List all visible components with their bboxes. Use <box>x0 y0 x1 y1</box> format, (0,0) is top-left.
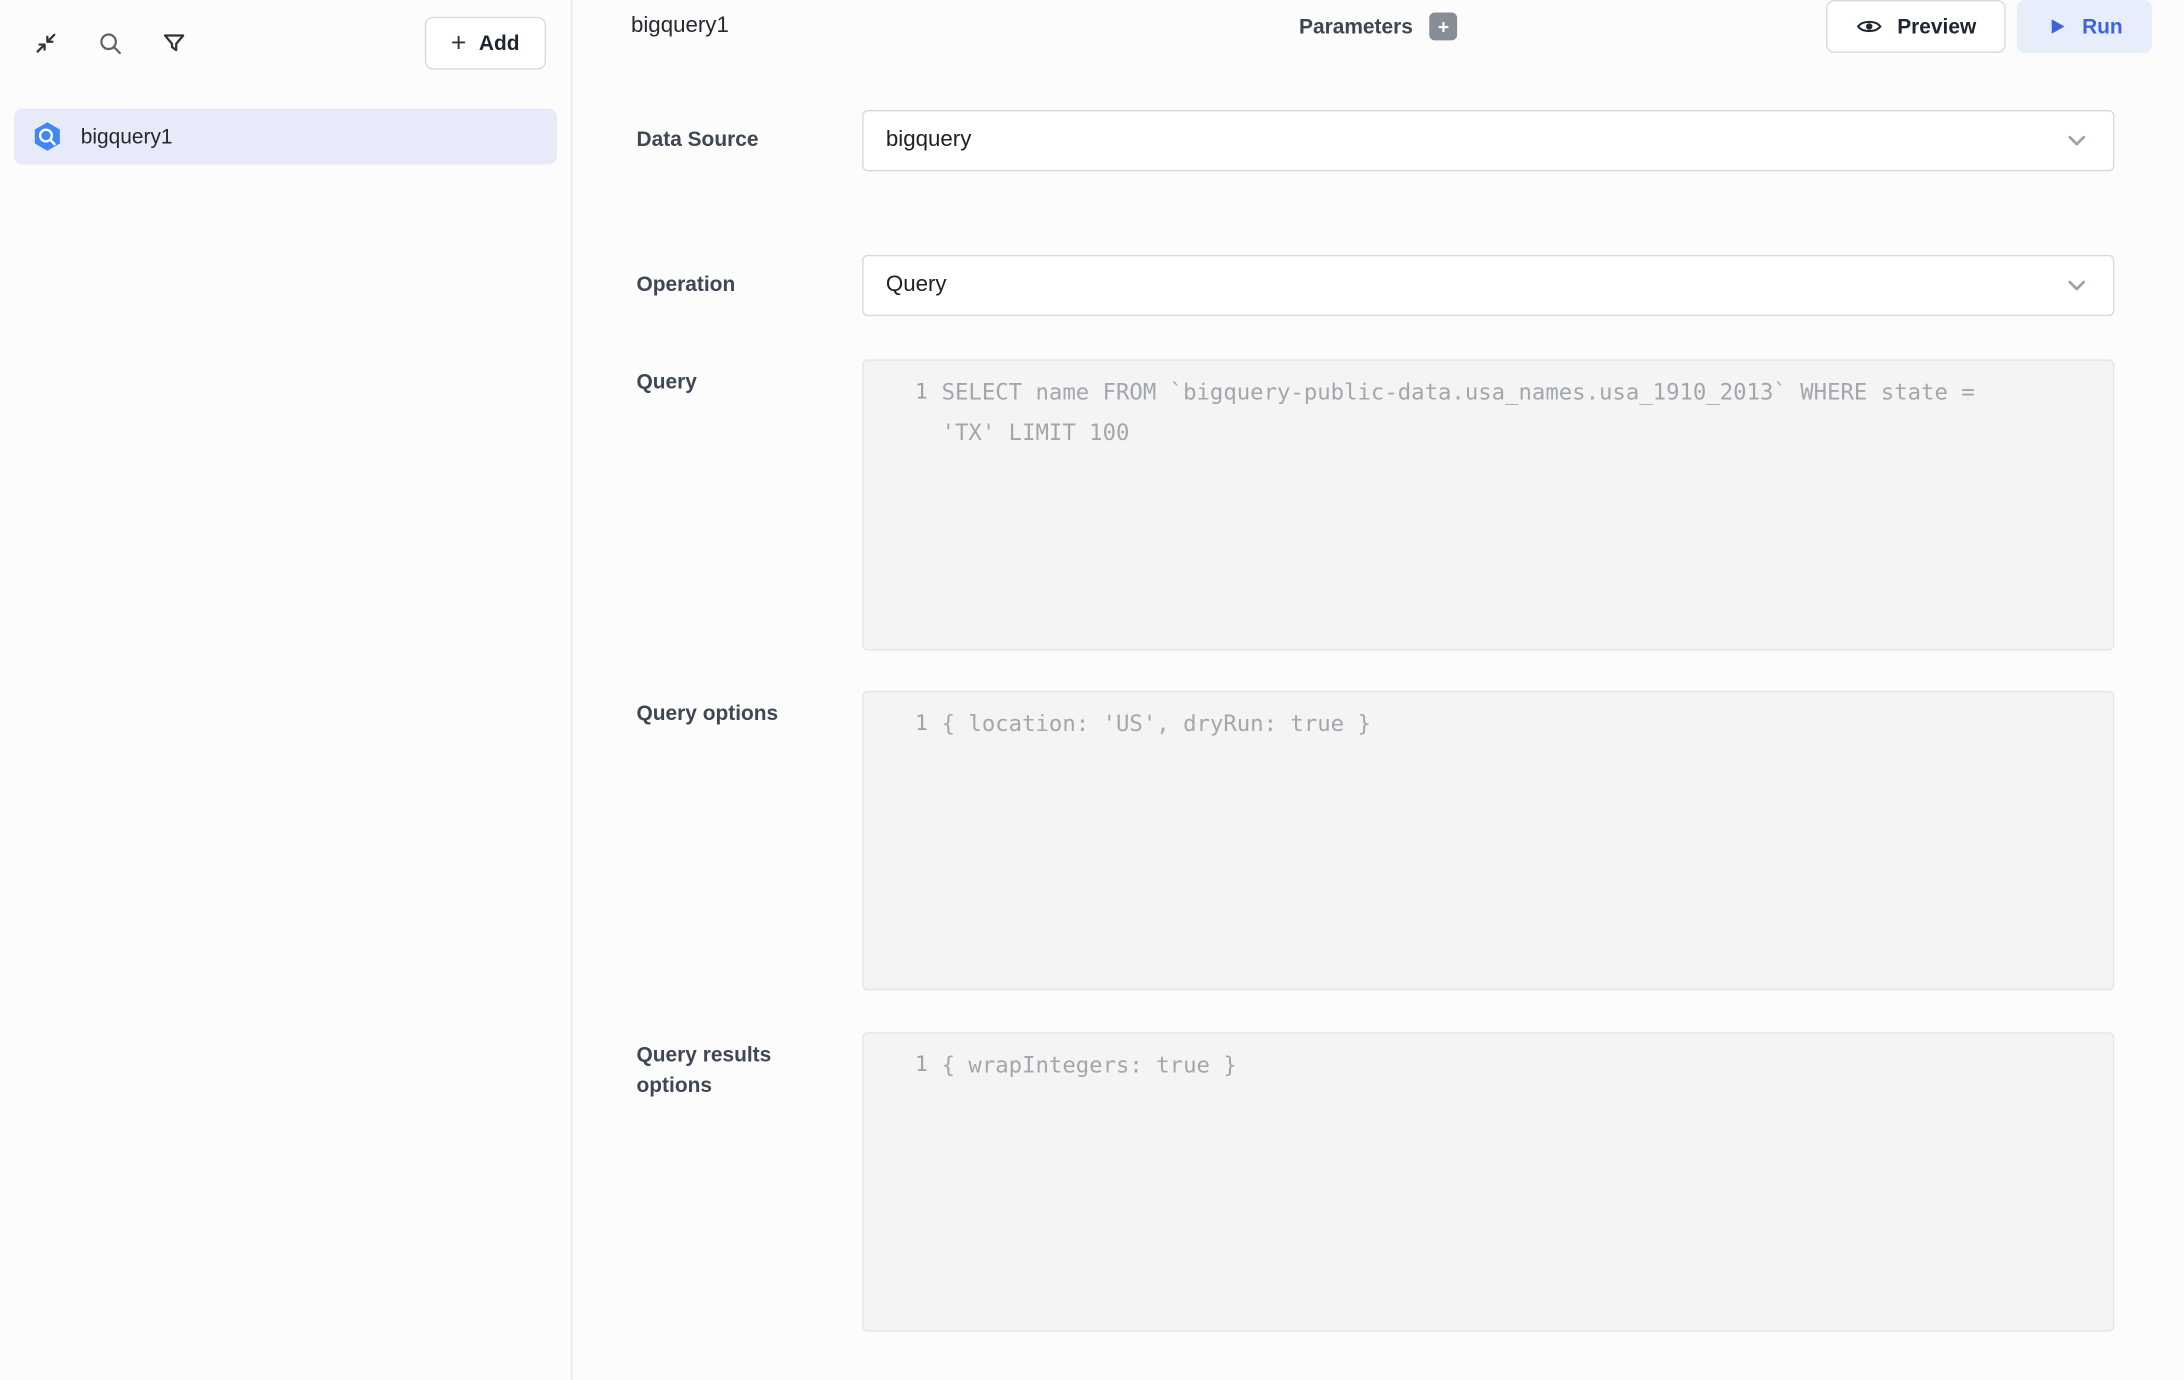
query-item-label: bigquery1 <box>81 125 173 149</box>
line-number: 1 <box>864 372 928 412</box>
query-editor-header: bigquery1 Parameters + Preview <box>572 0 2184 53</box>
line-number: 1 <box>864 1045 928 1085</box>
play-icon <box>2046 15 2068 37</box>
query-row: Query 1 SELECT name FROM `bigquery-publi… <box>637 359 2115 650</box>
query-code-editor[interactable]: 1 SELECT name FROM `bigquery-public-data… <box>862 359 2114 650</box>
parameters-section: Parameters + <box>1299 13 1457 41</box>
line-number: 1 <box>864 703 928 743</box>
plus-icon: + <box>1438 17 1449 36</box>
query-options-label: Query options <box>637 691 863 730</box>
query-options-row: Query options 1 { location: 'US', dryRun… <box>637 691 2115 990</box>
data-source-label: Data Source <box>637 125 863 156</box>
query-editor-panel: bigquery1 Parameters + Preview <box>572 0 2184 1380</box>
chevron-down-icon <box>2063 272 2091 300</box>
add-button-label: Add <box>479 31 520 55</box>
query-results-options-editor[interactable]: 1 { wrapIntegers: true } <box>862 1032 2114 1331</box>
add-query-button[interactable]: + Add <box>424 17 546 70</box>
query-list-item-bigquery1[interactable]: bigquery1 <box>14 109 557 165</box>
operation-row: Operation Query <box>637 255 2115 316</box>
chevron-down-icon <box>2063 127 2091 155</box>
query-list: bigquery1 <box>0 86 571 164</box>
filter-icon <box>160 29 188 57</box>
query-results-options-label: Query results options <box>637 1032 863 1102</box>
operation-select[interactable]: Query <box>862 255 2114 316</box>
search-button[interactable] <box>89 22 131 64</box>
query-options-editor[interactable]: 1 { location: 'US', dryRun: true } <box>862 691 2114 990</box>
arrows-diagonal-minimize-icon <box>32 29 60 57</box>
app-root: + Add bigquery1 bigquery1 Paramet <box>0 0 2184 1380</box>
query-title: bigquery1 <box>631 14 729 39</box>
eye-icon <box>1855 13 1883 41</box>
preview-button[interactable]: Preview <box>1826 0 2005 53</box>
preview-button-label: Preview <box>1897 15 1976 39</box>
bigquery-icon <box>31 120 64 153</box>
run-button[interactable]: Run <box>2017 0 2152 53</box>
query-placeholder-text: SELECT name FROM `bigquery-public-data.u… <box>942 372 2021 453</box>
add-parameter-button[interactable]: + <box>1430 13 1458 41</box>
query-form: Data Source bigquery Operation Query <box>572 53 2184 1380</box>
query-options-placeholder-text: { location: 'US', dryRun: true } <box>942 703 1371 743</box>
query-sidebar: + Add bigquery1 <box>0 0 572 1380</box>
query-results-options-row: Query results options 1 { wrapIntegers: … <box>637 1032 2115 1331</box>
query-label: Query <box>637 359 863 398</box>
header-actions: Preview Run <box>1826 0 2152 53</box>
query-results-options-placeholder-text: { wrapIntegers: true } <box>942 1045 1237 1085</box>
operation-value: Query <box>886 273 947 298</box>
data-source-select[interactable]: bigquery <box>862 110 2114 171</box>
collapse-panel-button[interactable] <box>25 22 67 64</box>
data-source-value: bigquery <box>886 128 971 153</box>
plus-icon: + <box>451 30 466 56</box>
operation-label: Operation <box>637 270 863 301</box>
parameters-label: Parameters <box>1299 15 1413 39</box>
run-button-label: Run <box>2082 15 2123 39</box>
sidebar-toolbar: + Add <box>0 0 571 86</box>
search-icon <box>96 29 124 57</box>
data-source-row: Data Source bigquery <box>637 110 2115 171</box>
filter-button[interactable] <box>153 22 195 64</box>
